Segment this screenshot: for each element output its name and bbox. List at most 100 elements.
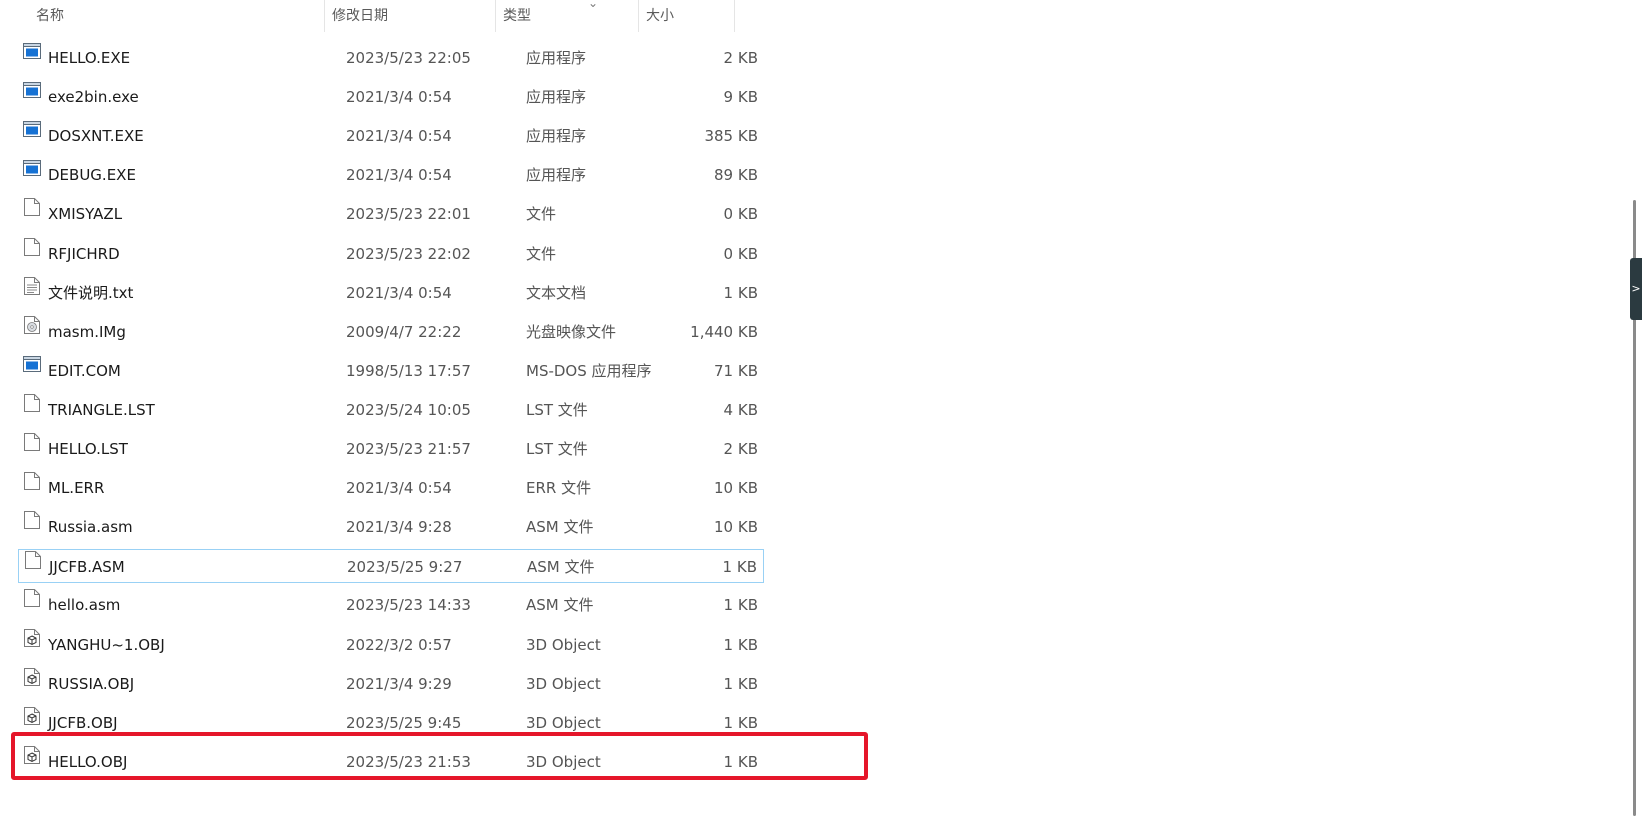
file-type: 应用程序 xyxy=(526,49,587,67)
file-modified-date: 2021/3/4 0:54 xyxy=(346,127,452,146)
file-size: 1 KB xyxy=(723,283,758,302)
file-modified-date: 2023/5/25 9:45 xyxy=(346,713,462,732)
file-icon xyxy=(23,393,41,427)
file-row[interactable]: 文件说明.txt 2021/3/4 0:54 文本文档 1 KB xyxy=(18,276,764,310)
app-icon xyxy=(23,158,41,192)
file-explorer-view: 名称 修改日期 类型 ⌄ 大小 HELLO.EXE 2023/5/23 22:05… xyxy=(0,0,1642,816)
file-row[interactable]: RUSSIA.OBJ 2021/3/4 9:29 3D Object 1 KB xyxy=(18,667,764,701)
file-type: 应用程序 xyxy=(526,166,587,185)
file-modified-date: 1998/5/13 17:57 xyxy=(346,361,471,380)
chevron-down-icon: ⌄ xyxy=(588,0,599,10)
file-modified-date: 2021/3/4 9:28 xyxy=(346,518,452,537)
file-type: 3D Object xyxy=(526,635,601,654)
file-row[interactable]: YANGHU~1.OBJ 2022/3/2 0:57 3D Object 1 KB xyxy=(18,628,764,662)
file-row[interactable]: HELLO.EXE 2023/5/23 22:05 应用程序 2 KB xyxy=(18,41,764,75)
disc-image-icon xyxy=(23,315,41,349)
file-size: 0 KB xyxy=(723,244,758,263)
file-size: 1 KB xyxy=(722,558,757,577)
file-modified-date: 2009/4/7 22:22 xyxy=(346,322,462,341)
file-name: HELLO.LST xyxy=(48,440,128,458)
file-size: 1 KB xyxy=(723,674,758,693)
file-row[interactable]: exe2bin.exe 2021/3/4 0:54 应用程序 9 KB xyxy=(18,80,764,114)
app-icon xyxy=(23,41,41,75)
file-row[interactable]: DEBUG.EXE 2021/3/4 0:54 应用程序 89 KB xyxy=(18,158,764,192)
file-row[interactable]: XMISYAZL 2023/5/23 22:01 文件 0 KB xyxy=(18,197,764,231)
file-row[interactable]: ML.ERR 2021/3/4 0:54 ERR 文件 10 KB xyxy=(18,471,764,505)
file-type: LST 文件 xyxy=(526,400,588,419)
file-size: 1 KB xyxy=(723,596,758,615)
file-type: 应用程序 xyxy=(526,127,587,146)
file-icon xyxy=(23,588,41,622)
app-icon xyxy=(23,119,41,153)
text-file-icon xyxy=(23,276,41,310)
file-name: JJCFB.OBJ xyxy=(48,713,118,732)
file-icon xyxy=(24,550,42,584)
vertical-scrollbar[interactable] xyxy=(1630,0,1642,816)
file-modified-date: 2021/3/4 9:29 xyxy=(346,674,452,693)
file-name: 文件说明.txt xyxy=(48,283,134,302)
file-row[interactable]: DOSXNT.EXE 2021/3/4 0:54 应用程序 385 KB xyxy=(18,119,764,153)
file-type: 文本文档 xyxy=(526,283,587,302)
file-row[interactable]: hello.asm 2023/5/23 14:33 ASM 文件 1 KB xyxy=(18,588,764,622)
3d-object-icon xyxy=(23,745,41,779)
side-panel-toggle[interactable]: > xyxy=(1630,258,1642,320)
file-modified-date: 2023/5/23 22:01 xyxy=(346,205,471,224)
file-type: ASM 文件 xyxy=(526,518,594,537)
file-row[interactable]: HELLO.OBJ 2023/5/23 21:53 3D Object 1 KB xyxy=(18,745,764,779)
file-type: 文件 xyxy=(526,205,557,224)
app-icon xyxy=(23,80,41,114)
file-type: 光盘映像文件 xyxy=(526,322,617,341)
file-name: JJCFB.ASM xyxy=(49,558,125,577)
file-row[interactable]: HELLO.LST 2023/5/23 21:57 LST 文件 2 KB xyxy=(18,432,764,466)
column-header-type[interactable]: 类型 xyxy=(495,0,638,32)
file-type: ASM 文件 xyxy=(527,558,595,577)
file-size: 4 KB xyxy=(723,400,758,419)
3d-object-icon xyxy=(23,706,41,740)
file-modified-date: 2023/5/24 10:05 xyxy=(346,400,471,419)
file-icon xyxy=(23,197,41,231)
file-name: ML.ERR xyxy=(48,479,105,498)
file-modified-date: 2021/3/4 0:54 xyxy=(346,283,452,302)
file-row[interactable]: Russia.asm 2021/3/4 9:28 ASM 文件 10 KB xyxy=(18,510,764,544)
file-size: 385 KB xyxy=(704,127,758,146)
file-row[interactable]: JJCFB.ASM 2023/5/25 9:27 ASM 文件 1 KB xyxy=(18,549,764,584)
file-type: LST 文件 xyxy=(526,440,588,458)
file-size: 71 KB xyxy=(714,361,758,380)
file-size: 1 KB xyxy=(723,713,758,732)
column-header-size[interactable]: 大小 xyxy=(638,0,734,32)
file-row[interactable]: RFJICHRD 2023/5/23 22:02 文件 0 KB xyxy=(18,237,764,271)
file-name: DOSXNT.EXE xyxy=(48,127,144,146)
file-row[interactable]: EDIT.COM 1998/5/13 17:57 MS-DOS 应用程序 71 KB xyxy=(18,354,764,388)
file-size: 9 KB xyxy=(723,88,758,107)
file-icon xyxy=(23,471,41,505)
file-name: YANGHU~1.OBJ xyxy=(48,635,165,654)
file-type: 3D Object xyxy=(526,752,601,771)
column-header-name[interactable]: 名称 xyxy=(28,0,324,32)
file-type: 文件 xyxy=(526,244,557,263)
file-modified-date: 2022/3/2 0:57 xyxy=(346,635,452,654)
file-type: ERR 文件 xyxy=(526,479,592,498)
file-row[interactable]: JJCFB.OBJ 2023/5/25 9:45 3D Object 1 KB xyxy=(18,706,764,740)
file-size: 0 KB xyxy=(723,205,758,224)
file-modified-date: 2023/5/23 21:53 xyxy=(346,752,471,771)
file-size: 2 KB xyxy=(723,49,758,67)
file-name: hello.asm xyxy=(48,596,121,615)
3d-object-icon xyxy=(23,628,41,662)
file-name: DEBUG.EXE xyxy=(48,166,136,185)
file-type: MS-DOS 应用程序 xyxy=(526,361,652,380)
file-size: 1,440 KB xyxy=(690,322,758,341)
file-size: 1 KB xyxy=(723,635,758,654)
file-name: RFJICHRD xyxy=(48,244,120,263)
column-divider[interactable] xyxy=(734,0,735,32)
file-name: HELLO.EXE xyxy=(48,49,131,67)
file-size: 2 KB xyxy=(723,440,758,458)
file-name: XMISYAZL xyxy=(48,205,123,224)
file-row[interactable]: masm.IMg 2009/4/7 22:22 光盘映像文件 1,440 KB xyxy=(18,315,764,349)
file-type: ASM 文件 xyxy=(526,596,594,615)
file-name: exe2bin.exe xyxy=(48,88,139,107)
file-modified-date: 2023/5/23 21:57 xyxy=(346,440,471,458)
file-type: 3D Object xyxy=(526,674,601,693)
column-header-date[interactable]: 修改日期 xyxy=(324,0,495,32)
file-size: 1 KB xyxy=(723,752,758,771)
file-row[interactable]: TRIANGLE.LST 2023/5/24 10:05 LST 文件 4 KB xyxy=(18,393,764,427)
